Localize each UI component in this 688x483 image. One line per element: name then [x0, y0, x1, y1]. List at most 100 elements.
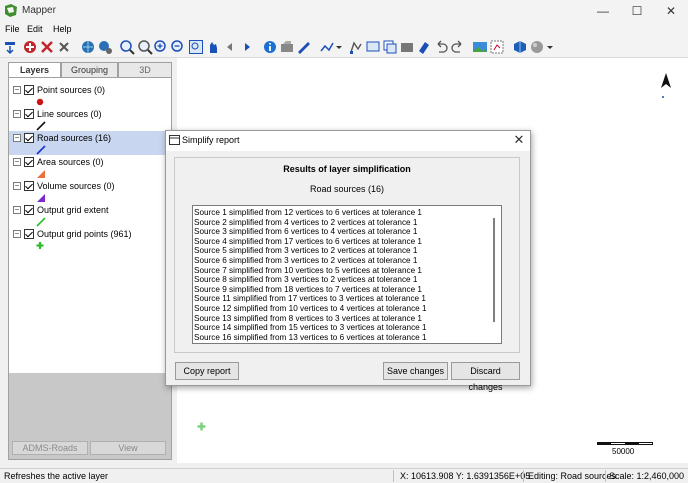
result-line: Source 4 simplified from 17 vertices to …	[194, 236, 422, 246]
maximize-button[interactable]: ☐	[620, 0, 654, 22]
layer-visibility-checkbox[interactable]	[24, 229, 34, 239]
collapse-toggle[interactable]: −	[13, 182, 21, 190]
zoom-layer-icon[interactable]	[137, 39, 153, 55]
plus-symbol-icon	[36, 242, 44, 249]
collapse-toggle[interactable]: −	[13, 230, 21, 238]
status-coordinates: X: 10613.908 Y: 1.6391356E+05	[400, 471, 531, 481]
tab-layers[interactable]: Layers	[8, 62, 61, 78]
zoom-in-icon[interactable]	[153, 39, 169, 55]
copy-feature-icon[interactable]	[382, 39, 398, 55]
collapse-toggle[interactable]: −	[13, 134, 21, 142]
line-symbol-icon	[36, 145, 46, 155]
cut-feature-icon[interactable]	[399, 39, 415, 55]
discard-changes-button[interactable]: Discard changes	[451, 362, 520, 392]
line-symbol-icon	[36, 121, 46, 131]
close-button[interactable]: ✕	[654, 0, 688, 22]
tab-grouping[interactable]: Grouping	[61, 62, 118, 77]
zoom-extent-icon[interactable]	[119, 39, 135, 55]
result-line: Source 12 simplified from 10 vertices to…	[194, 303, 427, 313]
redo-icon[interactable]	[450, 39, 466, 55]
info-icon[interactable]	[262, 39, 278, 55]
layer-row-volume-sources[interactable]: − Volume sources (0)	[9, 179, 171, 203]
tab-3d[interactable]: 3D	[118, 62, 172, 77]
minimize-button[interactable]: —	[586, 0, 620, 22]
refresh-icon[interactable]	[2, 39, 18, 55]
layer-label: Line sources (0)	[37, 109, 102, 119]
app-logo-icon	[4, 4, 18, 17]
sphere-icon[interactable]	[529, 39, 545, 55]
grid-icon[interactable]	[489, 39, 505, 55]
layer-row-area-sources[interactable]: − Area sources (0)	[9, 155, 171, 179]
back-icon[interactable]	[222, 39, 238, 55]
window-title: Mapper	[22, 5, 56, 16]
layer-visibility-checkbox[interactable]	[24, 85, 34, 95]
collapse-toggle[interactable]: −	[13, 86, 21, 94]
results-heading: Results of layer simplification	[283, 164, 411, 174]
add-layer-icon[interactable]	[22, 39, 38, 55]
dialog-close-button[interactable]: ✕	[511, 132, 527, 148]
status-hint: Refreshes the active layer	[4, 471, 109, 481]
triangle-symbol-icon	[37, 170, 45, 178]
copy-report-button[interactable]: Copy report	[175, 362, 239, 380]
results-scrollbar-thumb[interactable]	[493, 218, 495, 322]
triangle-symbol-icon	[37, 194, 45, 202]
layer-label: Output grid points (961)	[37, 229, 132, 239]
layer-visibility-checkbox[interactable]	[24, 133, 34, 143]
collapse-toggle[interactable]: −	[13, 158, 21, 166]
result-line: Source 5 simplified from 3 vertices to 2…	[194, 246, 418, 256]
layer-visibility-checkbox[interactable]	[24, 181, 34, 191]
layer-visibility-checkbox[interactable]	[24, 205, 34, 215]
layer-row-output-grid-extent[interactable]: − Output grid extent	[9, 203, 171, 227]
select-icon[interactable]	[279, 39, 295, 55]
scale-bar	[597, 442, 653, 445]
result-line: Source 1 simplified from 12 vertices to …	[194, 208, 422, 217]
layer-3d-icon[interactable]	[512, 39, 528, 55]
undo-icon[interactable]	[433, 39, 449, 55]
pan-icon[interactable]	[205, 39, 221, 55]
edit-vertex-icon[interactable]	[348, 39, 364, 55]
layer-row-point-sources[interactable]: − Point sources (0)	[9, 83, 171, 107]
result-line: Source 16 simplified from 13 vertices to…	[194, 332, 427, 342]
remove-layer-icon[interactable]	[39, 39, 55, 55]
dialog-app-icon	[169, 135, 180, 145]
menu-bar	[0, 22, 688, 37]
layer-visibility-checkbox[interactable]	[24, 109, 34, 119]
result-line: Source 7 simplified from 10 vertices to …	[194, 265, 422, 275]
layer-row-road-sources[interactable]: − Road sources (16)	[9, 131, 171, 155]
view-button[interactable]: View	[90, 441, 166, 455]
adms-roads-button[interactable]: ADMS-Roads	[12, 441, 88, 455]
result-line: Source 13 simplified from 8 vertices to …	[194, 313, 422, 323]
collapse-toggle[interactable]: −	[13, 110, 21, 118]
move-icon[interactable]	[365, 39, 381, 55]
result-line: Source 8 simplified from 3 vertices to 2…	[194, 275, 418, 285]
menu-help[interactable]: Help	[53, 24, 72, 34]
clear-icon[interactable]	[56, 39, 72, 55]
dropdown-icon[interactable]	[334, 39, 344, 55]
scale-bar-label: 50000	[612, 447, 635, 456]
delete-feature-icon[interactable]	[416, 39, 432, 55]
zoom-box-icon[interactable]	[188, 39, 204, 55]
globe-icon[interactable]	[80, 39, 96, 55]
status-separator	[523, 470, 524, 482]
dialog-title: Simplify report	[182, 135, 240, 145]
layer-label: Volume sources (0)	[37, 181, 115, 191]
globe-settings-icon[interactable]	[97, 39, 113, 55]
forward-icon[interactable]	[239, 39, 255, 55]
draw-line-icon[interactable]	[319, 39, 335, 55]
measure-icon[interactable]	[296, 39, 312, 55]
layer-visibility-checkbox[interactable]	[24, 157, 34, 167]
layer-row-line-sources[interactable]: − Line sources (0)	[9, 107, 171, 131]
layer-row-output-grid-points[interactable]: − Output grid points (961)	[9, 227, 171, 251]
dropdown-icon[interactable]	[545, 39, 555, 55]
save-changes-button[interactable]: Save changes	[383, 362, 448, 380]
menu-edit[interactable]: Edit	[27, 24, 43, 34]
menu-file[interactable]: File	[5, 24, 20, 34]
collapse-toggle[interactable]: −	[13, 206, 21, 214]
result-line: Source 11 simplified from 17 vertices to…	[194, 294, 426, 304]
image-icon[interactable]	[472, 39, 488, 55]
result-line: Source 3 simplified from 6 vertices to 4…	[194, 227, 418, 237]
grid-point-marker-icon	[197, 422, 206, 431]
zoom-out-icon[interactable]	[170, 39, 186, 55]
layer-label: Road sources (16)	[37, 133, 112, 143]
layer-label: Output grid extent	[37, 205, 109, 215]
